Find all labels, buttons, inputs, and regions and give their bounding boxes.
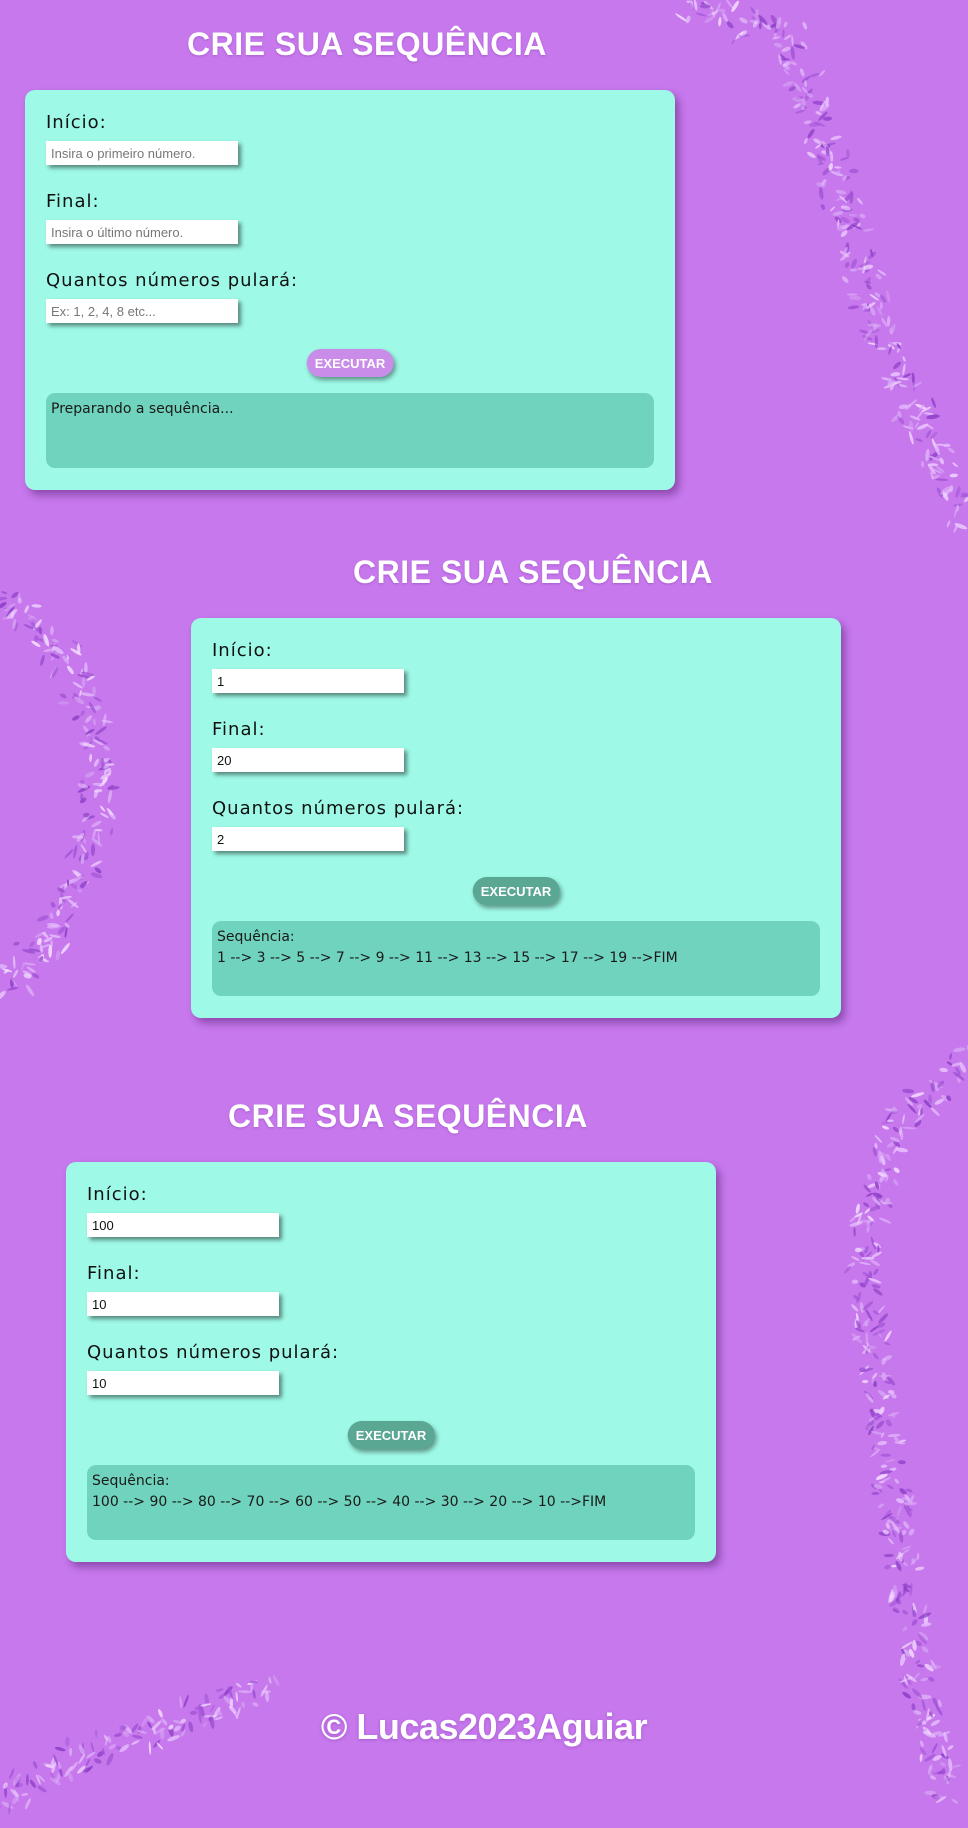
panel-title: CRIE SUA SEQUÊNCIA — [228, 1098, 588, 1134]
inicio-input[interactable] — [212, 669, 404, 693]
result-sequence: 1 --> 3 --> 5 --> 7 --> 9 --> 11 --> 13 … — [217, 950, 678, 966]
sequence-form-card: Início: Final: Quantos números pulará: E… — [66, 1162, 716, 1562]
executar-button[interactable]: EXECUTAR — [347, 1421, 435, 1449]
inicio-label: Início: — [46, 112, 107, 133]
panel-title: CRIE SUA SEQUÊNCIA — [187, 26, 547, 62]
panel-title: CRIE SUA SEQUÊNCIA — [353, 554, 713, 590]
inicio-input[interactable] — [87, 1213, 279, 1237]
result-heading: Sequência: — [217, 929, 295, 945]
inicio-input[interactable] — [46, 141, 238, 165]
sequence-result-box: Sequência: 1 --> 3 --> 5 --> 7 --> 9 -->… — [212, 921, 820, 996]
passo-label: Quantos números pulará: — [46, 270, 299, 291]
passo-label: Quantos números pulará: — [87, 1342, 340, 1363]
passo-label: Quantos números pulará: — [212, 798, 465, 819]
passo-input[interactable] — [46, 299, 238, 323]
final-input[interactable] — [87, 1292, 279, 1316]
result-sequence: 100 --> 90 --> 80 --> 70 --> 60 --> 50 -… — [92, 1494, 607, 1510]
final-label: Final: — [212, 719, 266, 740]
footer-copyright: © Lucas2023Aguiar — [320, 1706, 648, 1747]
result-heading: Sequência: — [92, 1473, 170, 1489]
executar-button[interactable]: EXECUTAR — [306, 349, 394, 377]
executar-button[interactable]: EXECUTAR — [472, 877, 560, 905]
result-status: Preparando a sequência... — [51, 401, 234, 417]
sequence-result-box: Sequência: 100 --> 90 --> 80 --> 70 --> … — [87, 1465, 695, 1540]
final-label: Final: — [87, 1263, 141, 1284]
passo-input[interactable] — [212, 827, 404, 851]
final-input[interactable] — [212, 748, 404, 772]
inicio-label: Início: — [212, 640, 273, 661]
sequence-result-box: Preparando a sequência... — [46, 393, 654, 468]
sequence-form-card: Início: Final: Quantos números pulará: E… — [191, 618, 841, 1018]
final-label: Final: — [46, 191, 100, 212]
sequence-form-card: Início: Final: Quantos números pulará: E… — [25, 90, 675, 490]
inicio-label: Início: — [87, 1184, 148, 1205]
passo-input[interactable] — [87, 1371, 279, 1395]
final-input[interactable] — [46, 220, 238, 244]
